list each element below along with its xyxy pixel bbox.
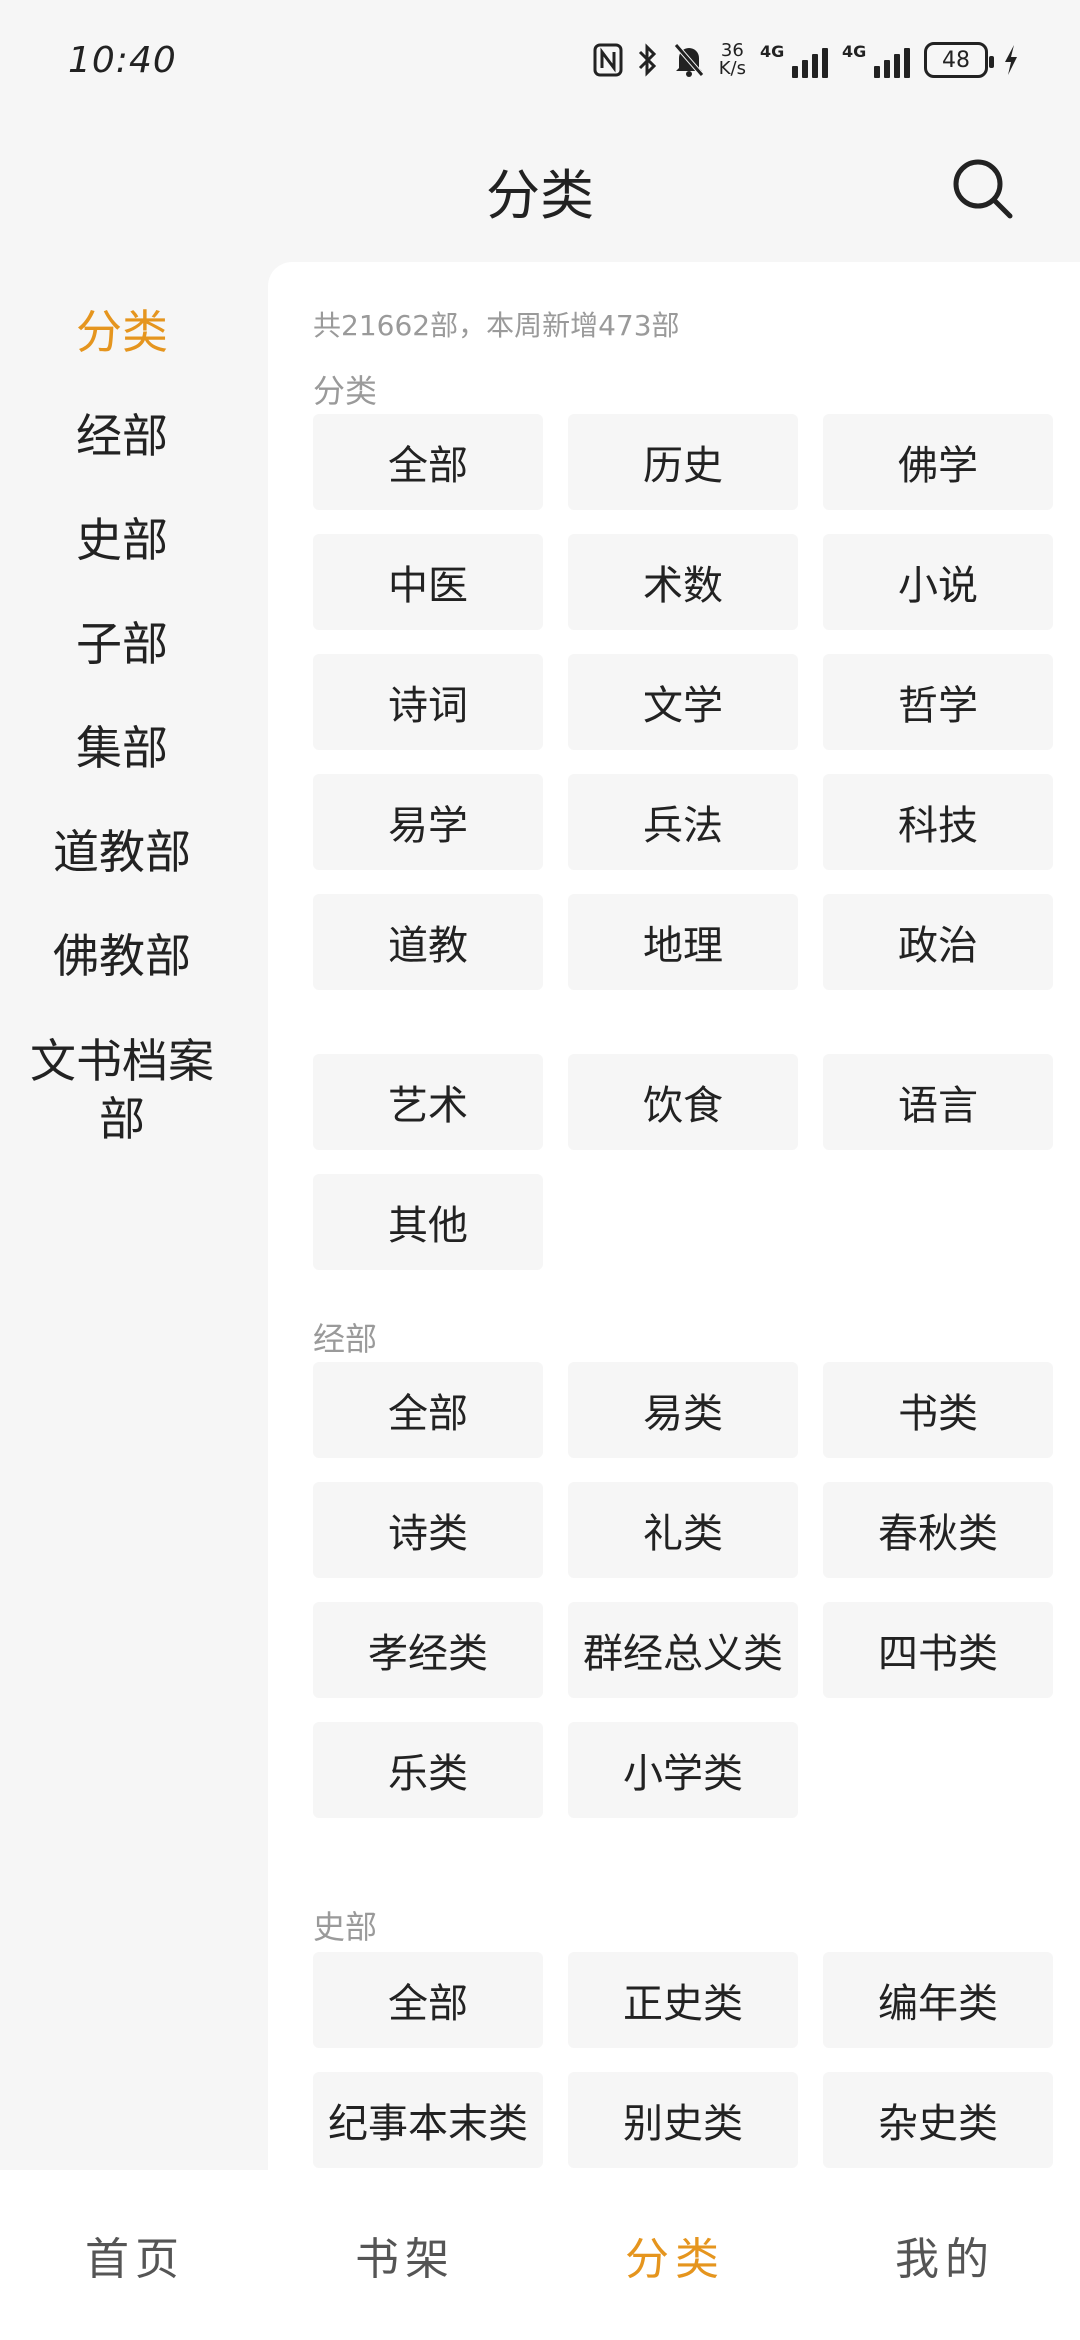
- category-chip[interactable]: 其他: [313, 1174, 543, 1270]
- app-screen: 10:40 36 K/s 4G 4G 48 分类 分类 经部 史部 子部 集部 …: [0, 0, 1080, 2340]
- category-chip[interactable]: 纪事本末类: [313, 2072, 543, 2168]
- net-speed: 36 K/s: [719, 42, 746, 78]
- category-chip[interactable]: 中医: [313, 534, 543, 630]
- category-chip[interactable]: 文学: [568, 654, 798, 750]
- category-chip[interactable]: 易类: [568, 1362, 798, 1458]
- sidebar-item-fojiaobu[interactable]: 佛教部: [0, 924, 244, 988]
- category-chip[interactable]: 乐类: [313, 1722, 543, 1818]
- category-chip[interactable]: 春秋类: [823, 1482, 1053, 1578]
- category-chip[interactable]: 佛学: [823, 414, 1053, 510]
- section-title-jingbu: 经部: [313, 1320, 378, 1358]
- category-chip[interactable]: 语言: [823, 1054, 1053, 1150]
- category-grid-fenlei-2: 艺术 饮食 语言 其他: [313, 1054, 1053, 1270]
- category-chip[interactable]: 兵法: [568, 774, 798, 870]
- stats-text: 共21662部，本周新增473部: [313, 309, 680, 342]
- category-chip[interactable]: 编年类: [823, 1952, 1053, 2048]
- nav-mine[interactable]: 我的: [810, 2223, 1080, 2287]
- category-chip[interactable]: 地理: [568, 894, 798, 990]
- sidebar-item-daojiaobu[interactable]: 道教部: [0, 820, 244, 884]
- sidebar: 分类 经部 史部 子部 集部 道教部 佛教部 文书档案部: [0, 260, 268, 2170]
- category-chip[interactable]: 道教: [313, 894, 543, 990]
- bluetooth-icon: [637, 40, 659, 80]
- category-chip[interactable]: 礼类: [568, 1482, 798, 1578]
- status-time: 10:40: [68, 39, 177, 81]
- category-chip[interactable]: 书类: [823, 1362, 1053, 1458]
- category-chip[interactable]: 饮食: [568, 1054, 798, 1150]
- category-chip[interactable]: 政治: [823, 894, 1053, 990]
- category-chip[interactable]: 诗词: [313, 654, 543, 750]
- category-chip[interactable]: 别史类: [568, 2072, 798, 2168]
- category-chip[interactable]: 孝经类: [313, 1602, 543, 1698]
- category-chip[interactable]: 历史: [568, 414, 798, 510]
- status-icons: 36 K/s 4G 4G 48: [593, 40, 1020, 80]
- category-chip[interactable]: 全部: [313, 1952, 543, 2048]
- battery-icon: 48: [924, 42, 994, 78]
- charging-icon: [1002, 40, 1020, 80]
- search-icon: [953, 159, 1013, 219]
- category-chip[interactable]: 全部: [313, 414, 543, 510]
- sidebar-item-jingbu[interactable]: 经部: [0, 404, 244, 468]
- signal-icon: 4G: [842, 42, 910, 78]
- nav-home[interactable]: 首页: [0, 2223, 270, 2287]
- nav-category[interactable]: 分类: [540, 2223, 810, 2287]
- status-bar: 10:40 36 K/s 4G 4G 48: [0, 0, 1080, 120]
- category-chip[interactable]: 全部: [313, 1362, 543, 1458]
- search-button[interactable]: [940, 146, 1024, 230]
- net-speed-unit: K/s: [718, 58, 746, 79]
- sidebar-item-zibu[interactable]: 子部: [0, 612, 244, 676]
- category-chip[interactable]: 易学: [313, 774, 543, 870]
- page-title: 分类: [486, 163, 594, 227]
- category-chip[interactable]: 哲学: [823, 654, 1053, 750]
- signal-icon: 4G: [760, 42, 828, 78]
- category-grid-jingbu: 全部 易类 书类 诗类 礼类 春秋类 孝经类 群经总义类 四书类 乐类 小学类: [313, 1362, 1053, 1818]
- signal-label: 4G: [760, 42, 785, 61]
- nav-bookshelf[interactable]: 书架: [270, 2223, 540, 2287]
- category-panel: 共21662部，本周新增473部 分类 全部 历史 佛学 中医 术数 小说 诗词…: [268, 262, 1080, 2170]
- category-chip[interactable]: 小学类: [568, 1722, 798, 1818]
- header: 分类: [0, 120, 1080, 260]
- battery-level: 48: [942, 47, 970, 73]
- category-chip[interactable]: 术数: [568, 534, 798, 630]
- sidebar-item-jibu[interactable]: 集部: [0, 716, 244, 780]
- sidebar-item-shibu[interactable]: 史部: [0, 508, 244, 572]
- category-chip[interactable]: 杂史类: [823, 2072, 1053, 2168]
- category-chip[interactable]: 群经总义类: [568, 1602, 798, 1698]
- section-title-shibu: 史部: [313, 1908, 378, 1946]
- category-chip[interactable]: 正史类: [568, 1952, 798, 2048]
- sidebar-item-fenlei[interactable]: 分类: [0, 300, 244, 364]
- bottom-nav: 首页 书架 分类 我的: [0, 2170, 1080, 2340]
- signal-label: 4G: [842, 42, 867, 61]
- category-chip[interactable]: 小说: [823, 534, 1053, 630]
- category-chip[interactable]: 四书类: [823, 1602, 1053, 1698]
- sidebar-item-wenshudanganbu[interactable]: 文书档案部: [0, 1028, 244, 1152]
- category-grid-shibu: 全部 正史类 编年类 纪事本末类 别史类 杂史类: [313, 1952, 1053, 2170]
- nfc-icon: [593, 40, 623, 80]
- category-chip[interactable]: 艺术: [313, 1054, 543, 1150]
- section-title-fenlei: 分类: [313, 372, 378, 410]
- category-chip[interactable]: 诗类: [313, 1482, 543, 1578]
- bell-off-icon: [673, 40, 705, 80]
- category-chip[interactable]: 科技: [823, 774, 1053, 870]
- category-grid-fenlei: 全部 历史 佛学 中医 术数 小说 诗词 文学 哲学 易学 兵法 科技 道教 地…: [313, 414, 1053, 990]
